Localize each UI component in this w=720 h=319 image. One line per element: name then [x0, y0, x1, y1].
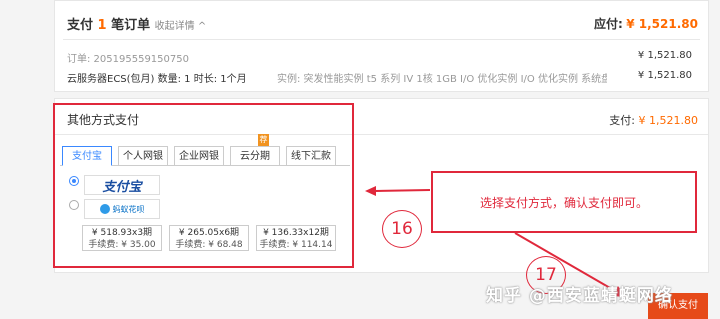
- step-16-marker: 16: [382, 210, 422, 248]
- annotation-callout: 选择支付方式，确认支付即可。: [431, 171, 697, 233]
- arrow-left-icon: [365, 186, 431, 196]
- annotation-arrows: [365, 186, 626, 297]
- watermark-text: 知乎 @西安蓝蜻蜓网络: [486, 286, 673, 306]
